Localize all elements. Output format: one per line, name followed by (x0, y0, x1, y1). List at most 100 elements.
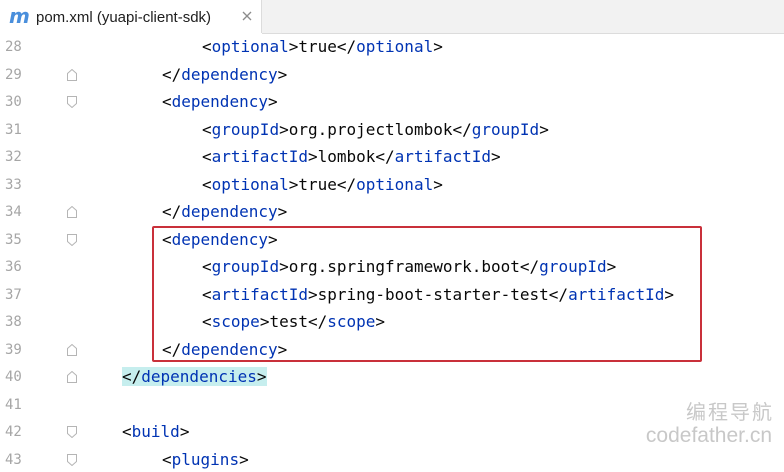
code-line-content: <dependency> (162, 92, 278, 111)
xml-bracket: </ (122, 367, 142, 386)
xml-bracket: > (277, 339, 288, 359)
xml-bracket: < (202, 147, 212, 166)
xml-tag-name: optional (211, 37, 289, 56)
xml-bracket: > (606, 257, 617, 276)
xml-tag-name: dependencies (141, 367, 257, 386)
watermark-en: codefather.cn (645, 424, 772, 447)
code-line-content: <build> (122, 422, 189, 441)
xml-tag-name: groupId (211, 257, 280, 276)
fold-start-icon[interactable] (67, 453, 77, 466)
code-line-content: <optional>true</optional> (202, 175, 443, 194)
xml-tag-name: plugins (171, 449, 240, 469)
xml-bracket: < (202, 174, 212, 194)
xml-bracket: > (179, 422, 190, 441)
watermark-cn: 编程导航 (686, 400, 774, 424)
code-line: </dependency> (162, 63, 287, 87)
fold-end-icon[interactable] (67, 68, 77, 81)
xml-bracket: > (491, 147, 501, 166)
close-icon[interactable] (239, 8, 255, 24)
code-line-content: <artifactId>spring-boot-starter-test</ar… (202, 285, 674, 304)
line-number: 35 (5, 231, 22, 248)
code-line-content: <groupId>org.springframework.boot</group… (202, 257, 616, 276)
line-number: 30 (5, 94, 22, 110)
xml-tag-name: dependency (171, 229, 268, 249)
code-line-content: <dependency> (162, 230, 278, 249)
line-number: 31 (5, 121, 22, 138)
fold-end-icon[interactable] (67, 343, 77, 356)
line-number: 42 (5, 424, 22, 440)
fold-start-icon[interactable] (67, 426, 77, 438)
code-line: <groupId>org.projectlombok</groupId> (202, 118, 549, 142)
xml-bracket: < (202, 312, 212, 331)
xml-bracket: </ (307, 312, 328, 331)
xml-bracket: > (259, 312, 270, 331)
xml-bracket: > (539, 119, 549, 139)
tab-title: pom.xml (yuapi-client-sdk) (36, 9, 212, 26)
xml-tag-name: optional (356, 37, 434, 56)
code-line: <optional>true</optional> (202, 35, 443, 59)
xml-tag-name: artifactId (394, 147, 491, 166)
fold-start-icon[interactable] (67, 233, 77, 246)
xml-bracket: > (664, 284, 675, 304)
code-line: <dependency> (162, 228, 278, 252)
code-line: <artifactId>spring-boot-starter-test</ar… (202, 283, 674, 307)
line-number: 33 (5, 176, 22, 193)
code-line-content: <optional>true</optional> (202, 37, 443, 56)
xml-tag-name: optional (211, 174, 289, 194)
xml-tag-name: groupId (211, 119, 280, 139)
code-line-content: <plugins> (162, 450, 249, 469)
xml-bracket: < (202, 119, 212, 139)
xml-tag-name: optional (356, 174, 434, 194)
xml-bracket: </ (452, 119, 472, 139)
xml-bracket: < (122, 422, 132, 441)
line-number: 40 (5, 369, 22, 385)
xml-bracket: > (277, 64, 288, 84)
xml-bracket: > (433, 37, 443, 56)
code-line: </dependency> (162, 200, 287, 224)
xml-bracket: > (288, 37, 299, 56)
xml-tag-name: dependency (171, 92, 268, 111)
code-line-content: </dependency> (162, 202, 287, 221)
line-number: 37 (5, 286, 22, 303)
xml-tag-name: dependency (181, 339, 278, 359)
code-line: </dependencies> (122, 365, 267, 389)
xml-bracket: > (256, 367, 267, 386)
xml-bracket: < (202, 284, 212, 304)
xml-text-value: true (298, 37, 337, 56)
xml-tag-name: dependency (181, 202, 278, 221)
line-number: 32 (5, 149, 22, 165)
code-line: <optional>true</optional> (202, 173, 443, 197)
code-line: <groupId>org.springframework.boot</group… (202, 255, 616, 279)
xml-bracket: < (162, 92, 172, 111)
xml-tag-name: artifactId (211, 284, 308, 304)
xml-tag-name: build (131, 422, 180, 441)
xml-text-value: spring-boot-starter-test (317, 284, 549, 304)
xml-bracket: > (279, 257, 289, 276)
line-number: 36 (5, 259, 22, 275)
xml-bracket: > (279, 119, 289, 139)
xml-bracket: < (162, 229, 172, 249)
code-line: </dependency> (162, 338, 287, 362)
xml-bracket: > (307, 284, 318, 304)
code-line-content: </dependency> (162, 340, 287, 359)
xml-bracket: > (375, 312, 386, 331)
xml-tag-name: dependency (181, 64, 278, 84)
xml-bracket: > (267, 229, 278, 249)
xml-tag-name: scope (211, 312, 260, 331)
xml-bracket: > (277, 202, 288, 221)
code-line: <build> (122, 420, 189, 444)
xml-tag-name: groupId (471, 119, 540, 139)
xml-bracket: < (202, 37, 212, 56)
xml-text-value: org.springframework.boot (288, 257, 520, 276)
fold-start-icon[interactable] (67, 96, 77, 108)
line-number: 38 (5, 314, 22, 330)
xml-bracket: </ (519, 257, 540, 276)
xml-bracket: </ (162, 339, 182, 359)
line-number: 29 (5, 66, 22, 83)
xml-bracket: </ (548, 284, 569, 304)
fold-end-icon[interactable] (67, 371, 77, 383)
maven-icon: m (9, 4, 30, 28)
xml-bracket: > (239, 449, 249, 469)
tab-pom-xml[interactable]: m pom.xml (yuapi-client-sdk) (0, 0, 262, 35)
fold-end-icon[interactable] (67, 206, 77, 218)
